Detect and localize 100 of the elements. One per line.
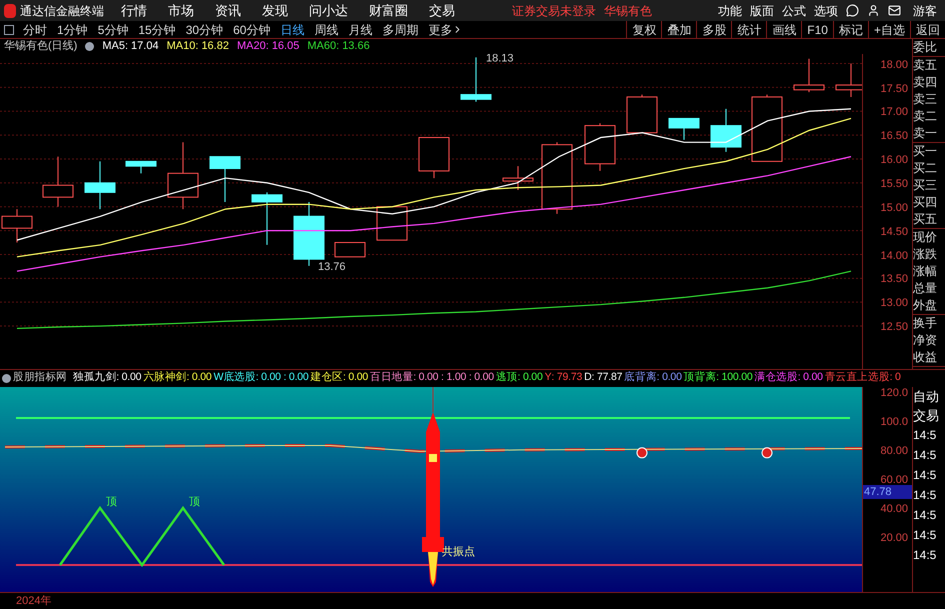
action-menu-item[interactable]: 公式 bbox=[782, 2, 806, 20]
chat-icon[interactable] bbox=[846, 4, 859, 18]
toolbar-button[interactable]: 统计 bbox=[731, 20, 766, 39]
price-axis-label: 16.50 bbox=[880, 129, 908, 144]
moving-average-value: MA10: 16.82 bbox=[166, 39, 229, 54]
indicator-value: : 0.00 bbox=[518, 370, 543, 386]
indicator-value: : 0.00 : 1.00 : 0.00 bbox=[413, 370, 494, 386]
user-icon[interactable] bbox=[867, 4, 880, 18]
period-tab[interactable]: 多周期 bbox=[377, 20, 424, 39]
indicator-label: 逃顶 bbox=[496, 370, 518, 386]
period-tab[interactable]: 分时 bbox=[18, 20, 52, 39]
indicator-axis-label: 80.00 bbox=[880, 444, 908, 458]
quote-field-label: 卖四 bbox=[913, 74, 938, 92]
period-tab[interactable]: 日线 bbox=[275, 20, 310, 39]
moving-average-value: MA5: 17.04 bbox=[102, 39, 159, 54]
panel-toggle-icon[interactable] bbox=[4, 24, 14, 35]
candlestick bbox=[252, 192, 282, 246]
app-title: 通达信金融终端 bbox=[20, 2, 104, 20]
mail-icon[interactable] bbox=[888, 4, 901, 18]
toolbar-button[interactable]: 复权 bbox=[626, 20, 662, 39]
indicator-value: : 0 bbox=[890, 370, 901, 386]
indicator-label: 底背离 bbox=[624, 370, 657, 386]
period-tab[interactable]: 15分钟 bbox=[133, 20, 181, 39]
toolbar-button[interactable]: 标记 bbox=[832, 20, 868, 39]
action-menu-item[interactable]: 版面 bbox=[750, 2, 774, 20]
indicator-value: : 100.00 bbox=[716, 370, 752, 386]
toolbar-button[interactable]: 返回 bbox=[910, 20, 945, 39]
price-axis-label: 17.00 bbox=[880, 105, 908, 120]
signal-label: 共振点 bbox=[442, 546, 475, 558]
quote-field-label: 委比 bbox=[913, 39, 938, 56]
menu-item[interactable]: 财富圈 bbox=[365, 0, 412, 20]
more-button[interactable]: 更多 bbox=[423, 20, 468, 39]
indicator-label: 建仓区 bbox=[310, 370, 343, 386]
candlestick bbox=[126, 161, 156, 174]
period-tab[interactable]: 5分钟 bbox=[92, 20, 134, 39]
quote-field-label: 买四 bbox=[913, 194, 938, 212]
quote-field-label: 卖二 bbox=[913, 108, 938, 126]
quote-field-label: 卖五 bbox=[913, 57, 938, 74]
candlestick bbox=[836, 63, 862, 98]
candlestick bbox=[668, 118, 700, 141]
notice-text: 证券交易未登录 bbox=[512, 2, 596, 20]
period-tab[interactable]: 月线 bbox=[343, 20, 378, 39]
menu-item[interactable]: 交易 bbox=[425, 0, 459, 20]
indicator-label: 青云直上选股 bbox=[824, 370, 890, 386]
toolbar-button[interactable]: F10 bbox=[801, 20, 833, 39]
moving-average-value: MA60: 13.66 bbox=[307, 39, 370, 54]
period-tab[interactable]: 30分钟 bbox=[180, 20, 228, 39]
app-logo-icon bbox=[4, 4, 16, 18]
indicator-axis-label: 40.00 bbox=[880, 502, 908, 516]
price-axis-label: 15.50 bbox=[880, 177, 908, 192]
quote-field-label: 涨跌 bbox=[913, 246, 938, 264]
price-axis-label: 13.50 bbox=[880, 272, 908, 288]
period-tab[interactable]: 周线 bbox=[309, 20, 344, 39]
price-axis-label: 18.00 bbox=[880, 58, 908, 73]
menu-item[interactable]: 市场 bbox=[164, 0, 198, 20]
indicator-value: : 0.00 bbox=[342, 370, 368, 386]
dropdown-icon[interactable] bbox=[85, 42, 94, 52]
trade-time: 14:5 bbox=[913, 426, 938, 444]
period-tab[interactable]: 60分钟 bbox=[228, 20, 276, 39]
indicator-value: : 0.00 bbox=[186, 370, 212, 386]
menu-item[interactable]: 发现 bbox=[258, 0, 292, 20]
period-tab[interactable]: 1分钟 bbox=[52, 20, 93, 39]
indicator-label: 独孤九剑 bbox=[73, 370, 116, 386]
indicator-label: Y bbox=[544, 370, 552, 386]
quote-field-label: 买二 bbox=[913, 160, 938, 178]
toolbar-button[interactable]: 画线 bbox=[766, 20, 802, 39]
dropdown-icon[interactable] bbox=[2, 374, 11, 383]
price-axis-label: 13.00 bbox=[880, 296, 908, 312]
trade-time: 14:5 bbox=[913, 526, 938, 544]
candlestick bbox=[84, 161, 116, 210]
trade-time: 14:5 bbox=[913, 486, 938, 504]
toolbar-button[interactable]: +自选 bbox=[868, 20, 910, 39]
action-menu-item[interactable]: 选项 bbox=[814, 2, 838, 20]
top-marker-label: 顶 bbox=[106, 496, 117, 508]
indicator-label: W底选股 bbox=[214, 370, 256, 386]
indicator-value: : 77.87 bbox=[592, 370, 622, 386]
quote-field-label: 涨幅 bbox=[913, 263, 938, 280]
toolbar-button[interactable]: 叠加 bbox=[661, 20, 696, 39]
quote-field-label: 卖一 bbox=[913, 125, 938, 142]
candlestick bbox=[794, 58, 824, 93]
candlestick bbox=[210, 156, 240, 203]
quote-field-label: 买一 bbox=[913, 143, 938, 160]
quote-field-label: 买五 bbox=[913, 211, 938, 228]
user-button[interactable]: 游客 bbox=[913, 2, 937, 20]
price-axis-label: 14.00 bbox=[880, 248, 908, 264]
action-menu-item[interactable]: 功能 bbox=[718, 2, 742, 20]
menu-item[interactable]: 资讯 bbox=[211, 0, 245, 20]
price-axis-label: 15.00 bbox=[880, 200, 908, 216]
top-marker-label: 顶 bbox=[189, 496, 200, 508]
quote-field-label: 卖三 bbox=[913, 91, 938, 108]
toolbar-button[interactable]: 多股 bbox=[696, 20, 732, 39]
indicator-label: 六脉神剑 bbox=[143, 370, 186, 386]
quote-field-label: 买三 bbox=[913, 177, 938, 194]
price-axis-label: 12.50 bbox=[880, 320, 908, 336]
menu-item[interactable]: 问小达 bbox=[305, 0, 352, 20]
menu-item[interactable]: 行情 bbox=[117, 0, 151, 20]
indicator-axis-label: 100.0 bbox=[880, 414, 908, 430]
indicator-label: 满仓选股 bbox=[754, 370, 798, 386]
high-price-label: 18.13 bbox=[486, 54, 514, 64]
trade-panel-header: 自动 bbox=[913, 388, 940, 406]
